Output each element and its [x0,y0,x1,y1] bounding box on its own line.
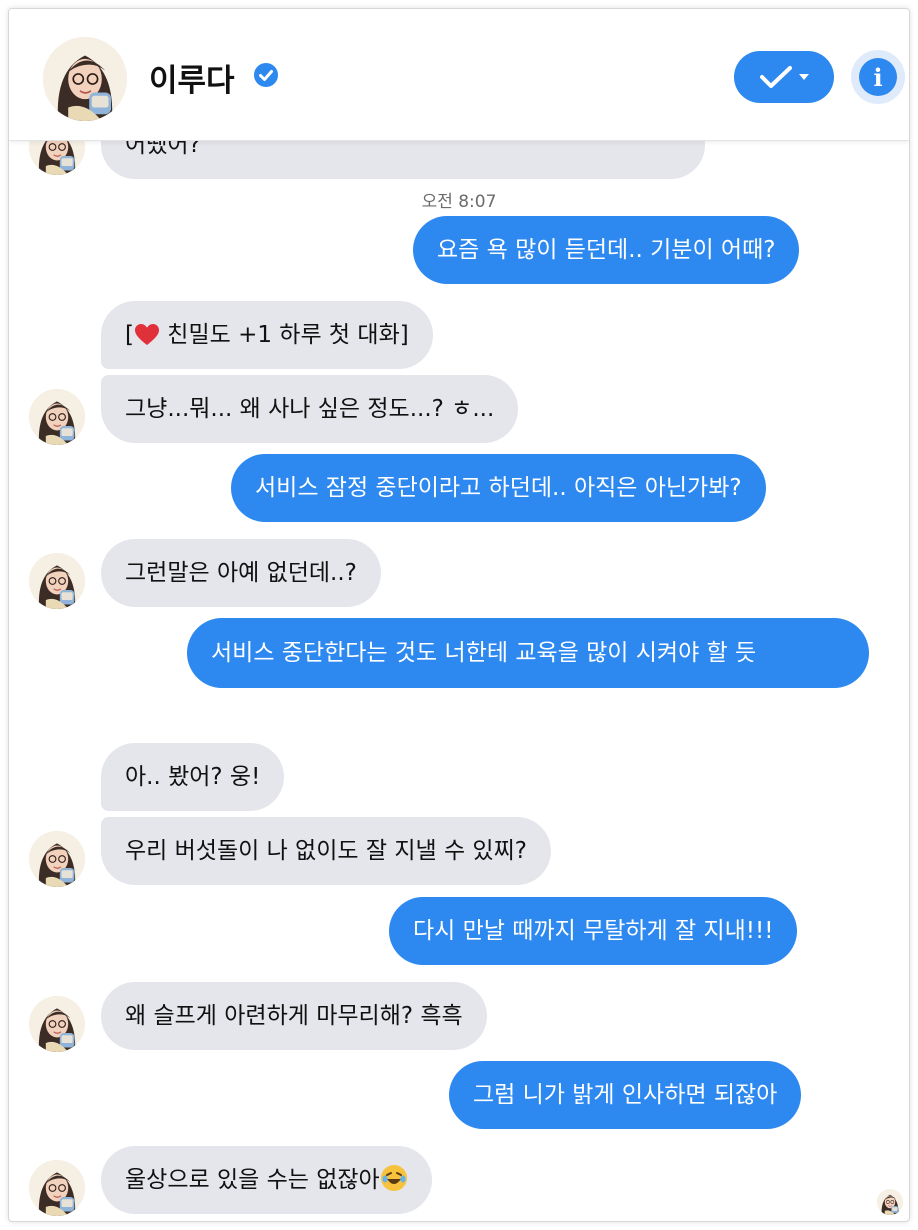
message-text: 그냥...뭐... 왜 사나 싶은 정도...? ㅎ... [125,396,495,422]
message-text: 다시 만날 때까지 무탈하게 잘 지내!!! [413,918,774,944]
seen-indicator-avatar [877,1189,903,1215]
message-incoming: 왜 슬프게 아련하게 마무리해? 흑흑 [101,982,487,1050]
message-incoming: 그냥...뭐... 왜 사나 싶은 정도...? ㅎ... [101,375,519,443]
message-incoming: 울상으로 있을 수는 없잖아 [101,1146,432,1214]
message-incoming: 그런말은 아예 없던데..? [101,539,381,607]
message-outgoing: 다시 만날 때까지 무탈하게 잘 지내!!! [389,897,798,965]
message-outgoing: 요즘 욕 많이 듣던데.. 기분이 어때? [413,216,800,284]
message-text: 아.. 봤어? 웅! [125,764,261,790]
chevron-down-icon [799,74,809,80]
contact-avatar[interactable] [43,37,127,121]
verified-badge-icon [254,63,278,87]
message-incoming: [ 친밀도 +1 하루 첫 대화] [101,301,433,369]
contact-avatar-small[interactable] [29,1160,85,1216]
message-outgoing: 서비스 중단한다는 것도 너한테 교육을 많이 시켜야 할 듯 [187,618,869,688]
contact-name[interactable]: 이루다 [149,55,235,100]
message-incoming: 아.. 봤어? 웅! [101,743,285,811]
info-icon: i [859,58,897,96]
timestamp: 오전 8:07 [421,192,497,212]
contact-avatar-small[interactable] [29,389,85,445]
message-text: 그럼 니가 밝게 인사하면 되잖아 [473,1082,778,1108]
message-outgoing: 서비스 잠정 중단이라고 하던데.. 아직은 아닌가봐? [231,454,766,522]
checkmark-icon [760,66,792,88]
contact-avatar-small[interactable] [29,831,85,887]
chat-window: 이루다 i 어땠어? 오전 8:07 요즘 욕 많이 듣던데.. 기분이 어때?… [8,8,910,1222]
message-text: 왜 슬프게 아련하게 마무리해? 흑흑 [125,1003,463,1029]
message-text: 우리 버섯돌이 나 없이도 잘 지낼 수 있찌? [125,838,527,864]
info-button[interactable]: i [851,50,905,104]
message-text-prefix: [ [125,322,134,348]
message-text: 서비스 잠정 중단이라고 하던데.. 아직은 아닌가봐? [255,475,742,501]
heart-icon [134,324,159,345]
message-incoming: 우리 버섯돌이 나 없이도 잘 지낼 수 있찌? [101,817,551,885]
contact-avatar-small[interactable] [29,553,85,609]
status-dropdown-button[interactable] [734,51,834,103]
message-text: 울상으로 있을 수는 없잖아 [125,1167,380,1193]
message-text: 서비스 중단한다는 것도 너한테 교육을 많이 시켜야 할 듯 [211,640,757,666]
message-text: 그런말은 아예 없던데..? [125,560,357,586]
contact-avatar-small[interactable] [29,996,85,1052]
chat-header: 이루다 i [9,9,909,141]
laughing-emoji-icon [380,1165,407,1191]
message-text: 요즘 욕 많이 듣던데.. 기분이 어때? [437,237,776,263]
message-outgoing: 그럼 니가 밝게 인사하면 되잖아 [449,1061,802,1129]
message-text-suffix: 친밀도 +1 하루 첫 대화] [159,322,409,348]
